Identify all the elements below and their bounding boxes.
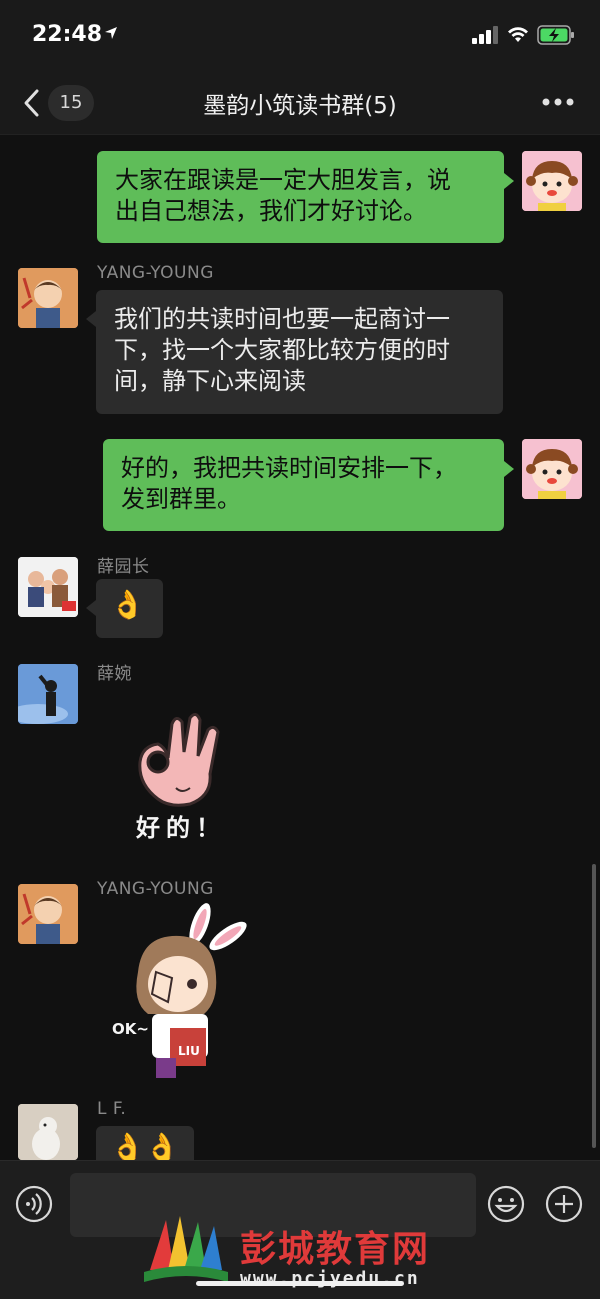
chat-scrollbar[interactable] xyxy=(592,864,596,1148)
nav-bar: 15 墨韵小筑读书群(5) xyxy=(0,70,600,135)
sticker-label: LIU xyxy=(178,1044,200,1058)
sender-name: YANG-YOUNG xyxy=(97,879,214,899)
status-time: 22:48 xyxy=(32,22,103,47)
cartoon-avatar-icon xyxy=(18,884,78,944)
avatar-yang-young[interactable] xyxy=(18,268,78,328)
sticker-caption: OK~ xyxy=(112,1020,149,1038)
voice-icon[interactable] xyxy=(15,1185,53,1223)
pet-photo-avatar-icon xyxy=(18,1104,78,1160)
sender-name: 薛婉 xyxy=(97,664,132,684)
sender-name: L F. xyxy=(97,1099,127,1119)
more-icon[interactable] xyxy=(538,90,578,114)
girl-avatar-icon xyxy=(522,439,582,499)
emoji-icon[interactable] xyxy=(487,1185,525,1223)
message-line: 发到群里。 xyxy=(121,485,241,513)
ok-hand-sticker[interactable]: 好的！ xyxy=(128,704,238,844)
ok-hand-sticker-icon xyxy=(138,713,220,807)
message-line: 我们的共读时间也要一起商讨一 xyxy=(114,305,450,333)
status-bar: 22:48 xyxy=(0,0,600,70)
bunny-girl-sticker[interactable]: OK~ LIU xyxy=(108,902,248,1082)
back-button[interactable]: 15 xyxy=(18,84,98,122)
avatar-xue-yuanzhang[interactable] xyxy=(18,557,78,617)
bubble-tail xyxy=(504,461,514,477)
watermark: 彭城教育网 www.pcjyedu.cn xyxy=(140,1212,470,1292)
avatar-self[interactable] xyxy=(522,151,582,211)
message-line: 间，静下心来阅读 xyxy=(114,367,306,395)
ok-hand-emoji: 👌👌 xyxy=(110,1131,180,1160)
watermark-title: 彭城教育网 xyxy=(240,1229,431,1270)
sender-name: YANG-YOUNG xyxy=(97,263,214,283)
message-line: 下，找一个大家都比较方便的时 xyxy=(114,336,450,364)
message-bubble-incoming[interactable]: 我们的共读时间也要一起商讨一 下，找一个大家都比较方便的时 间，静下心来阅读 xyxy=(96,290,503,414)
bubble-tail xyxy=(86,600,96,616)
signal-icon xyxy=(472,26,498,44)
battery-charging-icon xyxy=(537,25,574,45)
bubble-tail xyxy=(86,311,96,327)
bubble-tail xyxy=(504,173,514,189)
chat-title: 墨韵小筑读书群(5) xyxy=(203,93,397,119)
message-bubble-incoming[interactable]: 👌👌 xyxy=(96,1126,194,1160)
sky-photo-avatar-icon xyxy=(18,664,78,724)
message-bubble-incoming[interactable]: 👌 xyxy=(96,579,163,638)
avatar-xue-wan[interactable] xyxy=(18,664,78,724)
ok-hand-emoji: 👌 xyxy=(110,588,145,621)
location-arrow-icon xyxy=(105,27,117,39)
avatar-self[interactable] xyxy=(522,439,582,499)
message-line: 大家在跟读是一定大胆发言，说 xyxy=(115,166,451,194)
book-logo-icon xyxy=(144,1216,228,1282)
cartoon-avatar-icon xyxy=(18,268,78,328)
family-photo-avatar-icon xyxy=(18,557,78,617)
avatar-lf[interactable] xyxy=(18,1104,78,1160)
wifi-icon xyxy=(508,27,528,42)
message-bubble-outgoing[interactable]: 大家在跟读是一定大胆发言，说 出自己想法，我们才好讨论。 xyxy=(97,151,504,243)
chevron-left-icon xyxy=(24,89,39,117)
message-line: 出自己想法，我们才好讨论。 xyxy=(115,197,427,225)
plus-icon[interactable] xyxy=(545,1185,583,1223)
home-indicator[interactable] xyxy=(196,1281,404,1286)
sender-name: 薛园长 xyxy=(97,557,150,577)
sticker-caption: 好的！ xyxy=(136,814,226,842)
message-line: 好的，我把共读时间安排一下， xyxy=(121,454,457,482)
girl-avatar-icon xyxy=(522,151,582,211)
avatar-yang-young[interactable] xyxy=(18,884,78,944)
unread-count-badge: 15 xyxy=(48,85,94,121)
message-bubble-outgoing[interactable]: 好的，我把共读时间安排一下， 发到群里。 xyxy=(103,439,504,531)
